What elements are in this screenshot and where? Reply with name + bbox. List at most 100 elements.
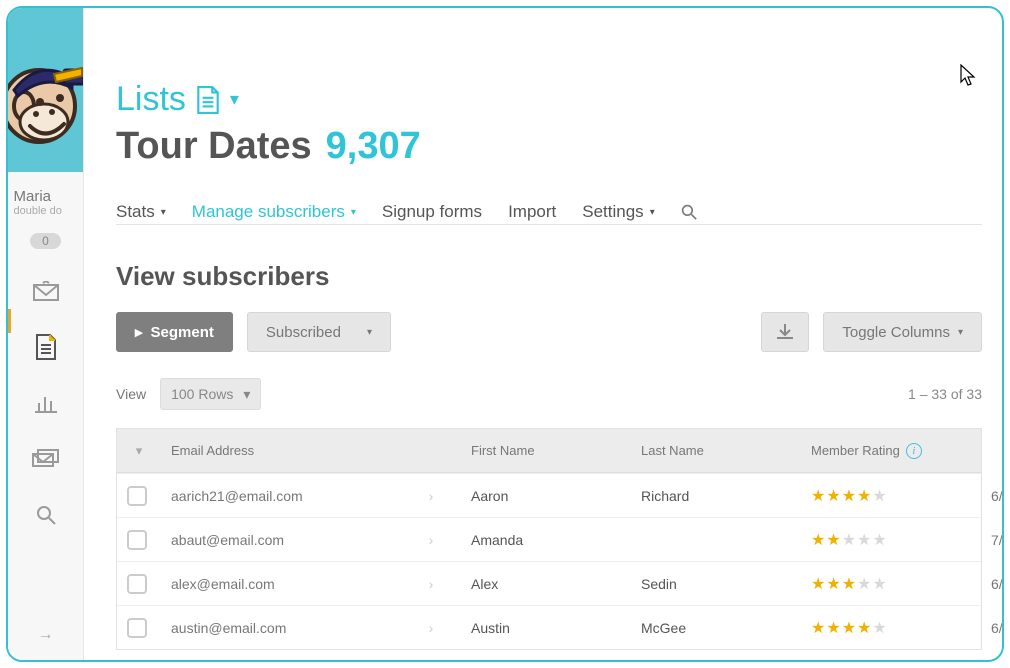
- row-checkbox[interactable]: [127, 574, 147, 594]
- cell-first-name: Aaron: [461, 488, 631, 504]
- tab-manage-subscribers[interactable]: Manage subscribers▾: [192, 202, 356, 222]
- star-icon: ★: [811, 618, 825, 638]
- document-icon: [196, 86, 220, 114]
- cell-email: abaut@email.com: [161, 532, 401, 548]
- chevron-down-icon: ▾: [136, 443, 143, 459]
- star-icon: ★: [872, 486, 886, 506]
- tab-import[interactable]: Import: [508, 202, 556, 222]
- cell-last-changed: 6/20/13 11:: [981, 620, 1002, 636]
- envelope-icon: [33, 281, 59, 301]
- subscribers-table: ▾ Email Address First Name Last Name Mem…: [116, 428, 982, 650]
- tab-signup-forms[interactable]: Signup forms: [382, 202, 482, 222]
- cell-last-changed: 7/1/13 7:24: [981, 532, 1002, 548]
- nav-autoresponders[interactable]: [30, 445, 62, 473]
- chevron-down-icon: ▾: [243, 386, 250, 403]
- cell-email: alex@email.com: [161, 576, 401, 592]
- row-checkbox[interactable]: [127, 486, 147, 506]
- tab-stats[interactable]: Stats▾: [116, 202, 166, 222]
- toolbar: ▸ Segment Subscribed ▾ Toggle Columns ▾: [116, 312, 982, 352]
- chevron-down-icon: ▾: [367, 327, 372, 338]
- sidebar-collapse[interactable]: →: [38, 626, 54, 644]
- view-label: View: [116, 386, 146, 402]
- chevron-down-icon: ▾: [230, 89, 239, 110]
- cursor-icon: [960, 64, 978, 88]
- sidebar-user-name: Maria: [14, 188, 78, 205]
- col-first-name[interactable]: First Name: [461, 443, 631, 458]
- rows-per-page-select[interactable]: 100 Rows ▾: [160, 378, 261, 410]
- row-expand[interactable]: ›: [401, 532, 461, 548]
- search-icon: [681, 204, 697, 220]
- select-all-dropdown[interactable]: ▾: [117, 443, 161, 459]
- nav-search[interactable]: [30, 501, 62, 529]
- brand-logo[interactable]: [8, 8, 84, 172]
- star-icon: ★: [811, 574, 825, 594]
- cell-last-changed: 6/20/13 7:2: [981, 488, 1002, 504]
- app-frame: Maria double do 0: [6, 6, 1004, 662]
- list-count: 9,307: [326, 125, 421, 168]
- nav-campaigns[interactable]: [30, 277, 62, 305]
- cell-last-name: Richard: [631, 488, 801, 504]
- section-title: View subscribers: [116, 261, 982, 292]
- star-icon: ★: [857, 574, 871, 594]
- table-header: ▾ Email Address First Name Last Name Mem…: [117, 429, 981, 473]
- list-tabbar: Stats▾ Manage subscribers▾ Signup forms …: [116, 202, 982, 225]
- col-member-rating[interactable]: Member Rating i: [801, 443, 981, 459]
- status-filter-select[interactable]: Subscribed ▾: [247, 312, 391, 352]
- sidebar-notif-badge[interactable]: 0: [30, 233, 61, 249]
- star-icon: ★: [826, 574, 840, 594]
- cell-first-name: Amanda: [461, 532, 631, 548]
- star-icon: ★: [811, 486, 825, 506]
- bar-chart-icon: [34, 393, 58, 413]
- star-icon: ★: [842, 530, 856, 550]
- star-icon: ★: [857, 530, 871, 550]
- info-icon[interactable]: i: [906, 443, 922, 459]
- nav-reports[interactable]: [30, 389, 62, 417]
- cell-email: austin@email.com: [161, 620, 401, 636]
- star-icon: ★: [872, 574, 886, 594]
- cell-member-rating: ★★★★★: [801, 618, 981, 638]
- view-row: View 100 Rows ▾ 1 – 33 of 33: [116, 378, 982, 410]
- tab-search[interactable]: [681, 204, 697, 220]
- download-icon: [776, 323, 794, 341]
- cell-last-changed: 6/21/13 11:: [981, 576, 1002, 592]
- table-row[interactable]: alex@email.com › Alex Sedin ★★★★★ 6/21/1…: [117, 561, 981, 605]
- toggle-columns-button[interactable]: Toggle Columns ▾: [823, 312, 982, 352]
- download-button[interactable]: [761, 312, 809, 352]
- star-icon: ★: [872, 530, 886, 550]
- segment-button[interactable]: ▸ Segment: [116, 312, 233, 352]
- row-checkbox[interactable]: [127, 618, 147, 638]
- pagination-label: 1 – 33 of 33: [908, 386, 982, 402]
- chevron-down-icon: ▾: [351, 207, 356, 218]
- search-icon: [36, 505, 56, 525]
- chevron-down-icon: ▾: [958, 327, 963, 338]
- col-last-changed[interactable]: Last Chang: [981, 443, 1002, 458]
- star-icon: ★: [842, 618, 856, 638]
- row-expand[interactable]: ›: [401, 488, 461, 504]
- cell-first-name: Austin: [461, 620, 631, 636]
- star-icon: ★: [842, 574, 856, 594]
- star-icon: ★: [872, 618, 886, 638]
- envelopes-stack-icon: [32, 449, 60, 469]
- chevron-down-icon: ▾: [650, 207, 655, 218]
- nav-lists[interactable]: [30, 333, 62, 361]
- star-icon: ★: [857, 618, 871, 638]
- table-row[interactable]: aarich21@email.com › Aaron Richard ★★★★★…: [117, 473, 981, 517]
- table-row[interactable]: austin@email.com › Austin McGee ★★★★★ 6/…: [117, 605, 981, 649]
- star-icon: ★: [826, 530, 840, 550]
- table-row[interactable]: abaut@email.com › Amanda ★★★★★ 7/1/13 7:…: [117, 517, 981, 561]
- cell-member-rating: ★★★★★: [801, 530, 981, 550]
- tab-settings[interactable]: Settings▾: [582, 202, 654, 222]
- star-icon: ★: [857, 486, 871, 506]
- breadcrumb[interactable]: Lists ▾: [116, 80, 982, 119]
- sidebar-user[interactable]: Maria double do: [14, 188, 78, 217]
- chevron-down-icon: ▾: [161, 207, 166, 218]
- col-last-name[interactable]: Last Name: [631, 443, 801, 458]
- row-expand[interactable]: ›: [401, 576, 461, 592]
- list-title: Tour Dates: [116, 125, 312, 168]
- row-expand[interactable]: ›: [401, 620, 461, 636]
- col-email[interactable]: Email Address: [161, 443, 401, 458]
- triangle-right-icon: ▸: [135, 323, 143, 341]
- cell-member-rating: ★★★★★: [801, 486, 981, 506]
- row-checkbox[interactable]: [127, 530, 147, 550]
- star-icon: ★: [826, 486, 840, 506]
